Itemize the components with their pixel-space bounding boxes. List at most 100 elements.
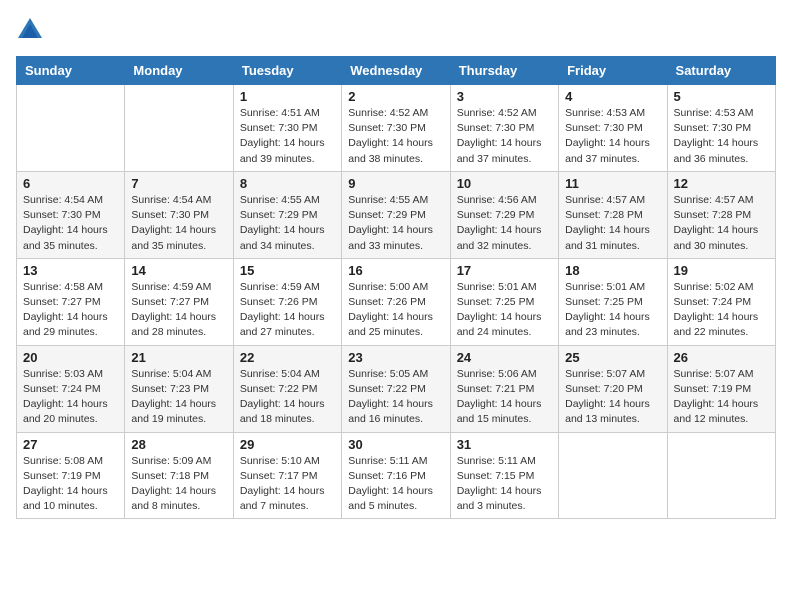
day-of-week-header: Friday [559, 57, 667, 85]
day-info: Sunrise: 4:59 AM Sunset: 7:26 PM Dayligh… [240, 280, 335, 341]
logo-icon [16, 16, 44, 44]
calendar-week-row: 6 Sunrise: 4:54 AM Sunset: 7:30 PM Daylig… [17, 171, 776, 258]
calendar-cell: 4 Sunrise: 4:53 AM Sunset: 7:30 PM Daylig… [559, 85, 667, 172]
day-info: Sunrise: 5:10 AM Sunset: 7:17 PM Dayligh… [240, 454, 335, 515]
calendar-cell: 29Sunrise: 5:10 AM Sunset: 7:17 PM Dayli… [233, 432, 341, 519]
day-info: Sunrise: 4:53 AM Sunset: 7:30 PM Dayligh… [674, 106, 769, 167]
day-number: 14 [131, 263, 226, 278]
day-of-week-header: Monday [125, 57, 233, 85]
calendar-cell: 21Sunrise: 5:04 AM Sunset: 7:23 PM Dayli… [125, 345, 233, 432]
day-info: Sunrise: 5:09 AM Sunset: 7:18 PM Dayligh… [131, 454, 226, 515]
day-info: Sunrise: 5:11 AM Sunset: 7:15 PM Dayligh… [457, 454, 552, 515]
day-info: Sunrise: 4:57 AM Sunset: 7:28 PM Dayligh… [565, 193, 660, 254]
calendar-cell: 15 Sunrise: 4:59 AM Sunset: 7:26 PM Dayli… [233, 258, 341, 345]
day-number: 16 [348, 263, 443, 278]
day-number: 24 [457, 350, 552, 365]
calendar-cell: 28 Sunrise: 5:09 AM Sunset: 7:18 PM Dayli… [125, 432, 233, 519]
day-number: 25 [565, 350, 660, 365]
day-info: Sunrise: 4:57 AM Sunset: 7:28 PM Dayligh… [674, 193, 769, 254]
calendar-cell: 6Sunrise: 4:54 AM Sunset: 7:30 PM Daylig… [17, 171, 125, 258]
calendar-cell [17, 85, 125, 172]
day-number: 15 [240, 263, 335, 278]
calendar-cell [559, 432, 667, 519]
calendar-cell: 18 Sunrise: 5:01 AM Sunset: 7:25 PM Dayli… [559, 258, 667, 345]
day-number: 8 [240, 176, 335, 191]
day-info: Sunrise: 5:04 AM Sunset: 7:22 PM Dayligh… [240, 367, 335, 428]
calendar-body: 1Sunrise: 4:51 AM Sunset: 7:30 PM Daylig… [17, 85, 776, 519]
calendar-week-row: 27 Sunrise: 5:08 AM Sunset: 7:19 PM Dayli… [17, 432, 776, 519]
calendar-week-row: 20 Sunrise: 5:03 AM Sunset: 7:24 PM Dayli… [17, 345, 776, 432]
day-info: Sunrise: 4:56 AM Sunset: 7:29 PM Dayligh… [457, 193, 552, 254]
day-info: Sunrise: 5:05 AM Sunset: 7:22 PM Dayligh… [348, 367, 443, 428]
day-number: 9 [348, 176, 443, 191]
calendar-week-row: 13Sunrise: 4:58 AM Sunset: 7:27 PM Dayli… [17, 258, 776, 345]
day-info: Sunrise: 4:52 AM Sunset: 7:30 PM Dayligh… [348, 106, 443, 167]
calendar-cell: 12Sunrise: 4:57 AM Sunset: 7:28 PM Dayli… [667, 171, 775, 258]
day-of-week-header: Saturday [667, 57, 775, 85]
calendar-cell: 9 Sunrise: 4:55 AM Sunset: 7:29 PM Daylig… [342, 171, 450, 258]
day-number: 18 [565, 263, 660, 278]
day-info: Sunrise: 5:01 AM Sunset: 7:25 PM Dayligh… [457, 280, 552, 341]
day-number: 17 [457, 263, 552, 278]
calendar-cell [125, 85, 233, 172]
calendar-cell: 5 Sunrise: 4:53 AM Sunset: 7:30 PM Daylig… [667, 85, 775, 172]
day-info: Sunrise: 4:59 AM Sunset: 7:27 PM Dayligh… [131, 280, 226, 341]
day-number: 2 [348, 89, 443, 104]
day-info: Sunrise: 4:58 AM Sunset: 7:27 PM Dayligh… [23, 280, 118, 341]
calendar-cell: 31Sunrise: 5:11 AM Sunset: 7:15 PM Dayli… [450, 432, 558, 519]
calendar-cell: 20 Sunrise: 5:03 AM Sunset: 7:24 PM Dayli… [17, 345, 125, 432]
calendar-cell: 11Sunrise: 4:57 AM Sunset: 7:28 PM Dayli… [559, 171, 667, 258]
calendar-cell: 7Sunrise: 4:54 AM Sunset: 7:30 PM Daylig… [125, 171, 233, 258]
calendar-cell: 14 Sunrise: 4:59 AM Sunset: 7:27 PM Dayli… [125, 258, 233, 345]
day-info: Sunrise: 4:52 AM Sunset: 7:30 PM Dayligh… [457, 106, 552, 167]
calendar-cell: 1Sunrise: 4:51 AM Sunset: 7:30 PM Daylig… [233, 85, 341, 172]
day-info: Sunrise: 5:07 AM Sunset: 7:20 PM Dayligh… [565, 367, 660, 428]
calendar-cell: 13Sunrise: 4:58 AM Sunset: 7:27 PM Dayli… [17, 258, 125, 345]
day-info: Sunrise: 5:06 AM Sunset: 7:21 PM Dayligh… [457, 367, 552, 428]
calendar-cell: 19Sunrise: 5:02 AM Sunset: 7:24 PM Dayli… [667, 258, 775, 345]
calendar-cell: 17 Sunrise: 5:01 AM Sunset: 7:25 PM Dayli… [450, 258, 558, 345]
day-number: 6 [23, 176, 118, 191]
day-of-week-header: Thursday [450, 57, 558, 85]
calendar-header: SundayMondayTuesdayWednesdayThursdayFrid… [17, 57, 776, 85]
day-info: Sunrise: 5:00 AM Sunset: 7:26 PM Dayligh… [348, 280, 443, 341]
day-number: 5 [674, 89, 769, 104]
day-number: 28 [131, 437, 226, 452]
day-number: 20 [23, 350, 118, 365]
day-info: Sunrise: 4:53 AM Sunset: 7:30 PM Dayligh… [565, 106, 660, 167]
calendar: SundayMondayTuesdayWednesdayThursdayFrid… [16, 56, 776, 519]
calendar-cell: 23Sunrise: 5:05 AM Sunset: 7:22 PM Dayli… [342, 345, 450, 432]
day-number: 4 [565, 89, 660, 104]
calendar-cell: 16 Sunrise: 5:00 AM Sunset: 7:26 PM Dayli… [342, 258, 450, 345]
day-info: Sunrise: 5:11 AM Sunset: 7:16 PM Dayligh… [348, 454, 443, 515]
calendar-cell: 10 Sunrise: 4:56 AM Sunset: 7:29 PM Dayli… [450, 171, 558, 258]
calendar-cell: 22Sunrise: 5:04 AM Sunset: 7:22 PM Dayli… [233, 345, 341, 432]
day-info: Sunrise: 5:04 AM Sunset: 7:23 PM Dayligh… [131, 367, 226, 428]
day-of-week-header: Tuesday [233, 57, 341, 85]
day-number: 19 [674, 263, 769, 278]
calendar-cell: 8 Sunrise: 4:55 AM Sunset: 7:29 PM Daylig… [233, 171, 341, 258]
day-info: Sunrise: 5:01 AM Sunset: 7:25 PM Dayligh… [565, 280, 660, 341]
day-number: 10 [457, 176, 552, 191]
calendar-cell [667, 432, 775, 519]
calendar-cell: 26Sunrise: 5:07 AM Sunset: 7:19 PM Dayli… [667, 345, 775, 432]
day-number: 27 [23, 437, 118, 452]
day-of-week-header: Sunday [17, 57, 125, 85]
day-info: Sunrise: 4:55 AM Sunset: 7:29 PM Dayligh… [240, 193, 335, 254]
header-row: SundayMondayTuesdayWednesdayThursdayFrid… [17, 57, 776, 85]
day-info: Sunrise: 4:54 AM Sunset: 7:30 PM Dayligh… [131, 193, 226, 254]
day-info: Sunrise: 4:55 AM Sunset: 7:29 PM Dayligh… [348, 193, 443, 254]
calendar-week-row: 1Sunrise: 4:51 AM Sunset: 7:30 PM Daylig… [17, 85, 776, 172]
calendar-cell: 2 Sunrise: 4:52 AM Sunset: 7:30 PM Daylig… [342, 85, 450, 172]
day-info: Sunrise: 5:08 AM Sunset: 7:19 PM Dayligh… [23, 454, 118, 515]
calendar-cell: 30 Sunrise: 5:11 AM Sunset: 7:16 PM Dayli… [342, 432, 450, 519]
logo [16, 16, 48, 44]
day-info: Sunrise: 5:03 AM Sunset: 7:24 PM Dayligh… [23, 367, 118, 428]
calendar-cell: 27 Sunrise: 5:08 AM Sunset: 7:19 PM Dayli… [17, 432, 125, 519]
day-number: 1 [240, 89, 335, 104]
day-info: Sunrise: 5:07 AM Sunset: 7:19 PM Dayligh… [674, 367, 769, 428]
page-header [16, 16, 776, 44]
day-number: 30 [348, 437, 443, 452]
day-of-week-header: Wednesday [342, 57, 450, 85]
calendar-cell: 3Sunrise: 4:52 AM Sunset: 7:30 PM Daylig… [450, 85, 558, 172]
